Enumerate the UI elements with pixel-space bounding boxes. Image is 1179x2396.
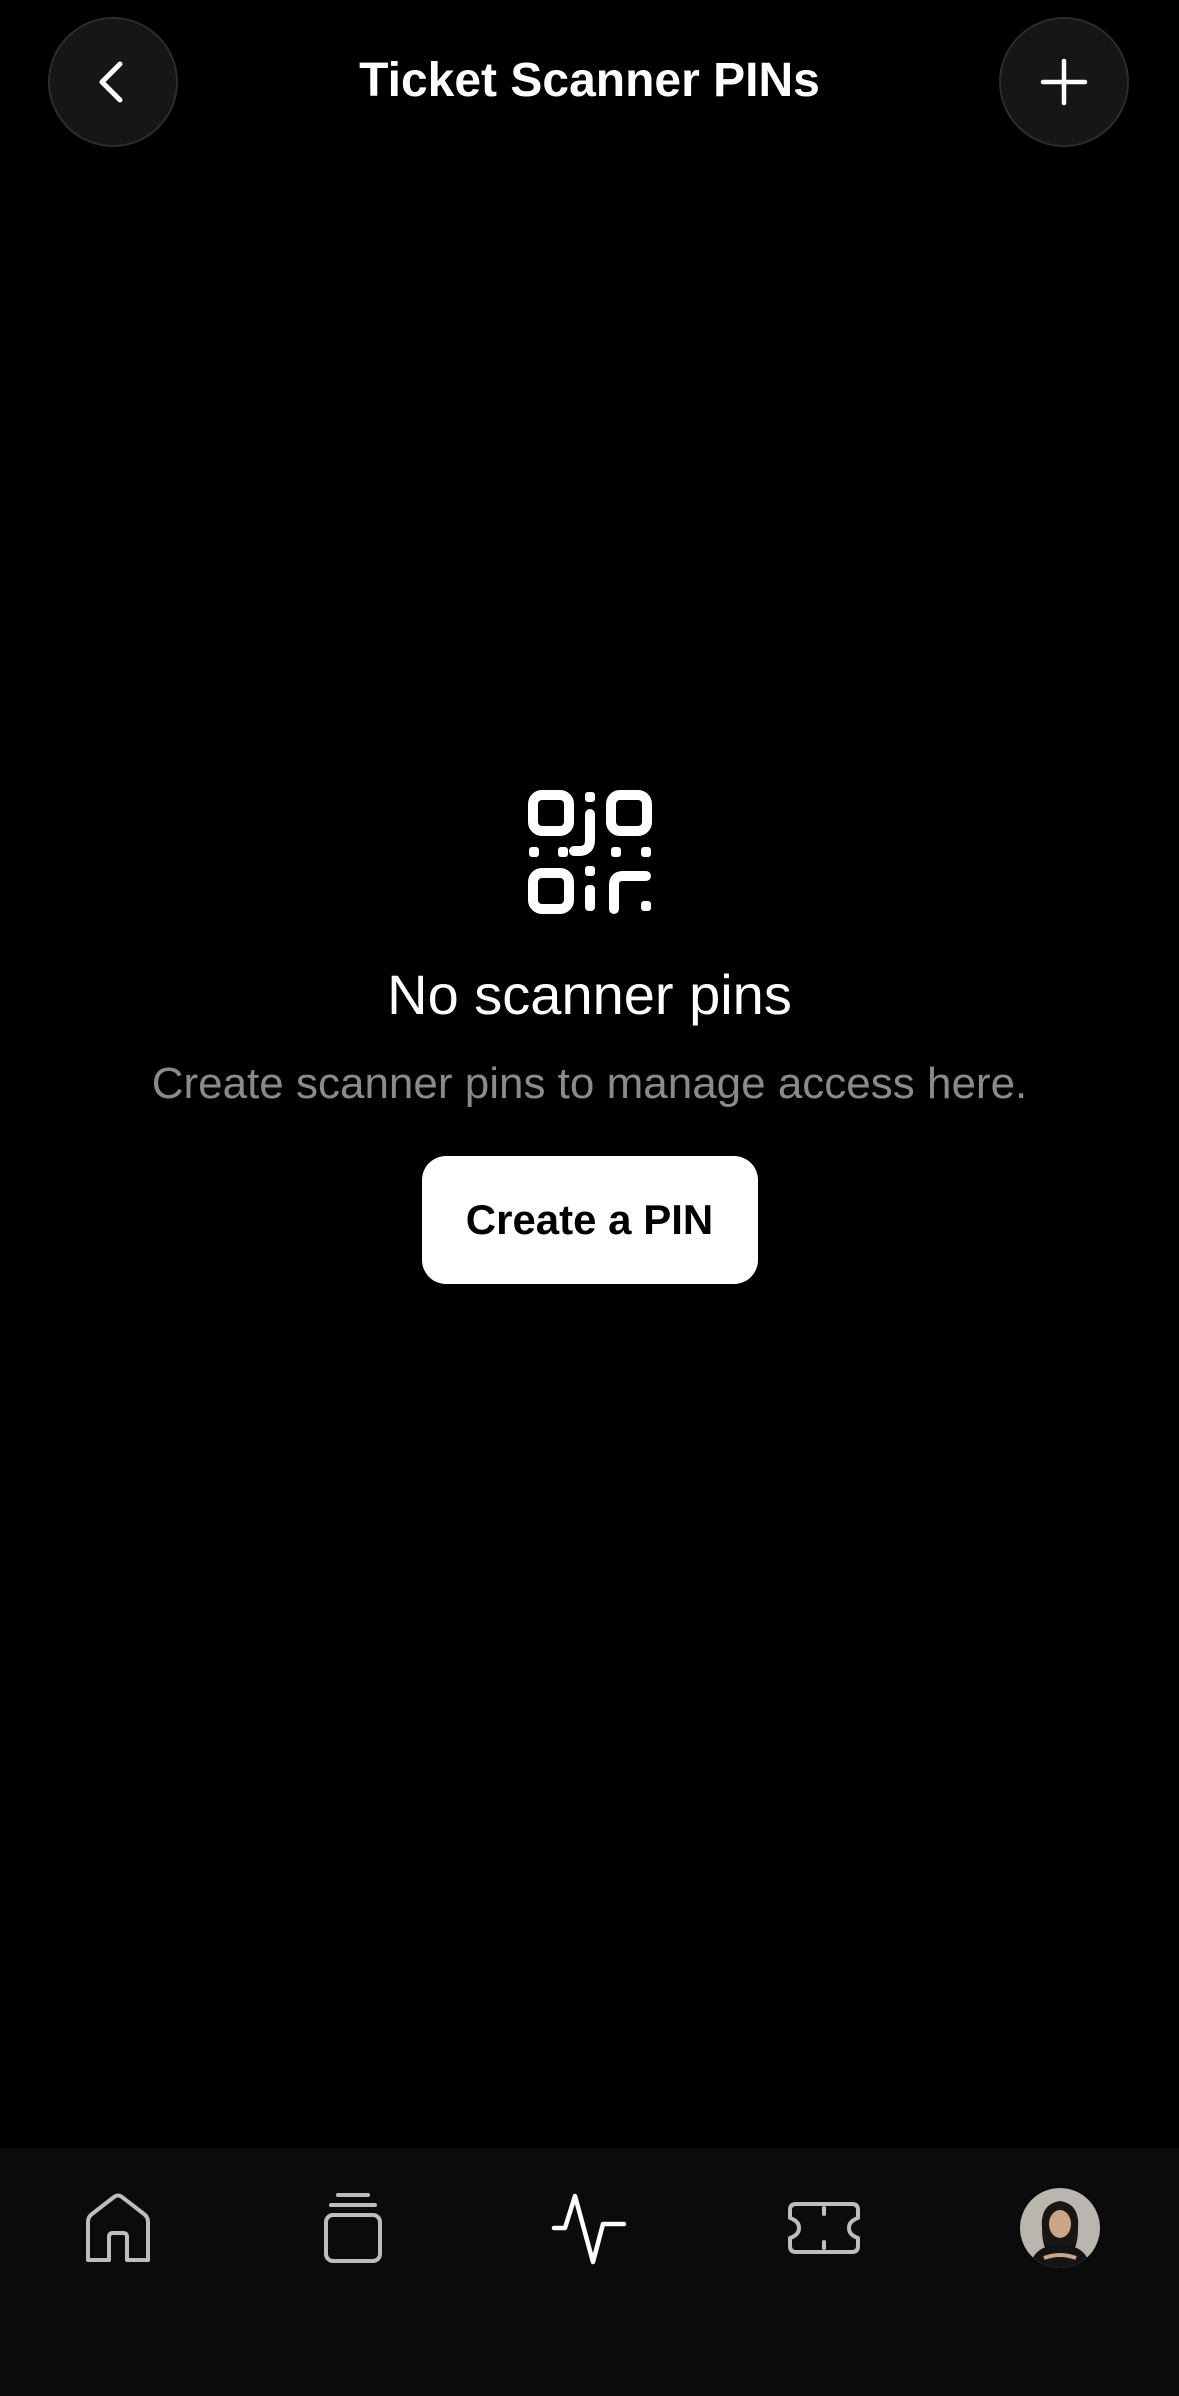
activity-icon [551, 2193, 627, 2265]
ticket-icon [788, 2202, 860, 2254]
empty-state-subtitle: Create scanner pins to manage access her… [151, 1059, 1028, 1108]
empty-state-title: No scanner pins [387, 963, 792, 1026]
tab-profile[interactable] [1010, 2178, 1110, 2278]
tab-tickets[interactable] [774, 2178, 874, 2278]
chevron-left-icon [99, 61, 123, 103]
qr-code-icon [527, 790, 652, 914]
plus-icon [1040, 58, 1088, 106]
create-pin-button[interactable]: Create a PIN [421, 1156, 758, 1284]
empty-state: No scanner pins Create scanner pins to m… [0, 790, 1179, 1284]
stack-icon [324, 2193, 382, 2263]
tab-home[interactable] [68, 2178, 168, 2278]
page-title: Ticket Scanner PINs [359, 54, 820, 107]
add-button[interactable] [999, 17, 1129, 147]
tab-stack[interactable] [303, 2178, 403, 2278]
back-button[interactable] [48, 17, 178, 147]
home-icon [86, 2193, 150, 2262]
avatar [1020, 2188, 1100, 2268]
tab-bar [0, 2148, 1179, 2396]
tab-activity[interactable] [539, 2178, 639, 2278]
header: Ticket Scanner PINs [0, 0, 1179, 170]
